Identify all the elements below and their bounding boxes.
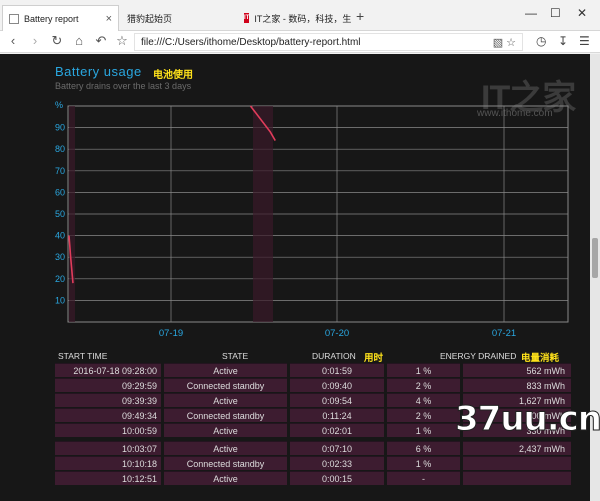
duration-cell: 0:09:40 — [290, 378, 384, 392]
table-row: 10:10:18 Connected standby 0:02:33 1 % — [55, 456, 571, 471]
document-icon — [9, 13, 19, 24]
duration-cell: 0:02:33 — [290, 456, 384, 470]
back-icon[interactable]: ‹ — [4, 33, 22, 48]
tab-battery-report[interactable]: Battery report × — [2, 5, 119, 31]
new-tab-button[interactable]: + — [356, 8, 364, 24]
start-time-cell: 09:49:34 — [55, 408, 161, 422]
duration-cell: 0:11:24 — [290, 408, 384, 422]
minimize-button[interactable]: — — [525, 6, 537, 20]
refresh-icon[interactable]: ↻ — [48, 33, 66, 49]
duration-cell: 0:07:10 — [290, 441, 384, 455]
start-time-cell: 10:12:51 — [55, 471, 161, 485]
state-cell: Connected standby — [164, 456, 287, 470]
table-row: 09:29:59 Connected standby 0:09:40 2 % 8… — [55, 378, 571, 393]
percent-cell: 1 % — [387, 423, 460, 437]
y-tick-label: 70 — [55, 166, 65, 176]
scrollbar-thumb[interactable] — [592, 238, 598, 278]
address-bar[interactable]: file:///C:/Users/ithome/Desktop/battery-… — [134, 33, 523, 51]
y-tick-label: 80 — [55, 144, 65, 154]
header-state: STATE — [222, 351, 249, 361]
star-icon[interactable]: ☆ — [113, 33, 131, 49]
state-cell: Active — [164, 423, 287, 437]
energy-cell: 562 mWh — [463, 363, 571, 377]
battery-chart: 10 20 30 40 50 60 70 80 90 07-19 07-20 07-21 — [55, 105, 569, 339]
page-subtitle: Battery drains over the last 3 days — [55, 81, 192, 91]
header-duration: DURATION — [312, 351, 356, 361]
home-icon[interactable]: ⌂ — [70, 33, 88, 48]
ithome-favicon-icon: IT — [244, 13, 250, 23]
history-icon[interactable]: ◷ — [536, 34, 546, 48]
percent-cell: 1 % — [387, 363, 460, 377]
table-row: 10:03:07 Active 0:07:10 6 % 2,437 mWh — [55, 441, 571, 456]
download-icon[interactable]: ↧ — [558, 34, 568, 48]
activity-band — [253, 106, 273, 322]
state-cell: Connected standby — [164, 378, 287, 392]
energy-cell — [463, 471, 571, 485]
tab-ithome[interactable]: IT IT之家 - 数码，科技，生活 — [238, 5, 351, 31]
translate-icon[interactable]: ▧ ☆ — [493, 36, 516, 49]
tab-label: Battery report — [24, 13, 79, 24]
y-tick-label: 20 — [55, 274, 65, 284]
duration-cell: 0:02:01 — [290, 423, 384, 437]
start-time-cell: 09:29:59 — [55, 378, 161, 392]
percent-cell: 2 % — [387, 378, 460, 392]
start-time-cell: 2016-07-18 09:28:00 — [55, 363, 161, 377]
header-energy-cn: 电量消耗 — [521, 353, 560, 364]
duration-cell: 0:01:59 — [290, 363, 384, 377]
state-cell: Active — [164, 363, 287, 377]
start-time-cell: 10:10:18 — [55, 456, 161, 470]
energy-cell — [463, 456, 571, 470]
state-cell: Active — [164, 393, 287, 407]
start-time-cell: 09:39:39 — [55, 393, 161, 407]
duration-cell: 0:00:15 — [290, 471, 384, 485]
x-tick-label: 07-21 — [492, 328, 516, 339]
percent-cell: 1 % — [387, 456, 460, 470]
tab-strip: Battery report × 猎豹起始页 IT IT之家 - 数码，科技，生… — [0, 0, 600, 31]
menu-icon[interactable]: ☰ — [579, 34, 590, 48]
tab-start-page[interactable]: 猎豹起始页 — [121, 5, 236, 31]
percent-cell: 2 % — [387, 408, 460, 422]
x-tick-label: 07-19 — [159, 328, 183, 339]
maximize-button[interactable]: ☐ — [550, 6, 561, 20]
table-row: 2016-07-18 09:28:00 Active 0:01:59 1 % 5… — [55, 363, 571, 378]
percent-cell: 4 % — [387, 393, 460, 407]
browser-toolbar: ‹ › ↻ ⌂ ↶ ☆ file:///C:/Users/ithome/Desk… — [0, 31, 600, 53]
tab-label: 猎豹起始页 — [127, 13, 173, 24]
tab-label: IT之家 - 数码，科技，生活 — [254, 13, 351, 24]
start-time-cell: 10:00:59 — [55, 423, 161, 437]
page-title: Battery usage — [55, 64, 142, 79]
energy-cell: 2,437 mWh — [463, 441, 571, 455]
forward-icon[interactable]: › — [26, 33, 44, 48]
x-tick-label: 07-20 — [325, 328, 349, 339]
header-duration-cn: 用时 — [364, 353, 384, 364]
y-tick-label: 40 — [55, 231, 65, 241]
percent-cell: - — [387, 471, 460, 485]
header-start-time: START TIME — [58, 351, 108, 361]
y-tick-label: 30 — [55, 252, 65, 262]
duration-cell: 0:09:54 — [290, 393, 384, 407]
close-window-button[interactable]: ✕ — [577, 6, 587, 20]
state-cell: Connected standby — [164, 408, 287, 422]
close-tab-icon[interactable]: × — [106, 13, 112, 25]
url-text: file:///C:/Users/ithome/Desktop/battery-… — [141, 37, 361, 48]
undo-icon[interactable]: ↶ — [92, 33, 110, 49]
y-tick-label: 10 — [55, 295, 65, 305]
table-header: START TIME STATE DURATION 用时 ENERGY DRAI… — [0, 350, 590, 364]
state-cell: Active — [164, 471, 287, 485]
table-row: 10:12:51 Active 0:00:15 - — [55, 471, 571, 486]
energy-cell: 833 mWh — [463, 378, 571, 392]
header-energy-drained: ENERGY DRAINED — [440, 351, 517, 361]
percent-cell: 6 % — [387, 441, 460, 455]
y-tick-label: 60 — [55, 187, 65, 197]
start-time-cell: 10:03:07 — [55, 441, 161, 455]
y-tick-label: 90 — [55, 123, 65, 133]
state-cell: Active — [164, 441, 287, 455]
site-watermark: 37uu.cn — [455, 399, 600, 440]
y-tick-label: 50 — [55, 209, 65, 219]
activity-band — [69, 106, 75, 322]
page-title-cn: 电池使用 — [153, 70, 193, 81]
